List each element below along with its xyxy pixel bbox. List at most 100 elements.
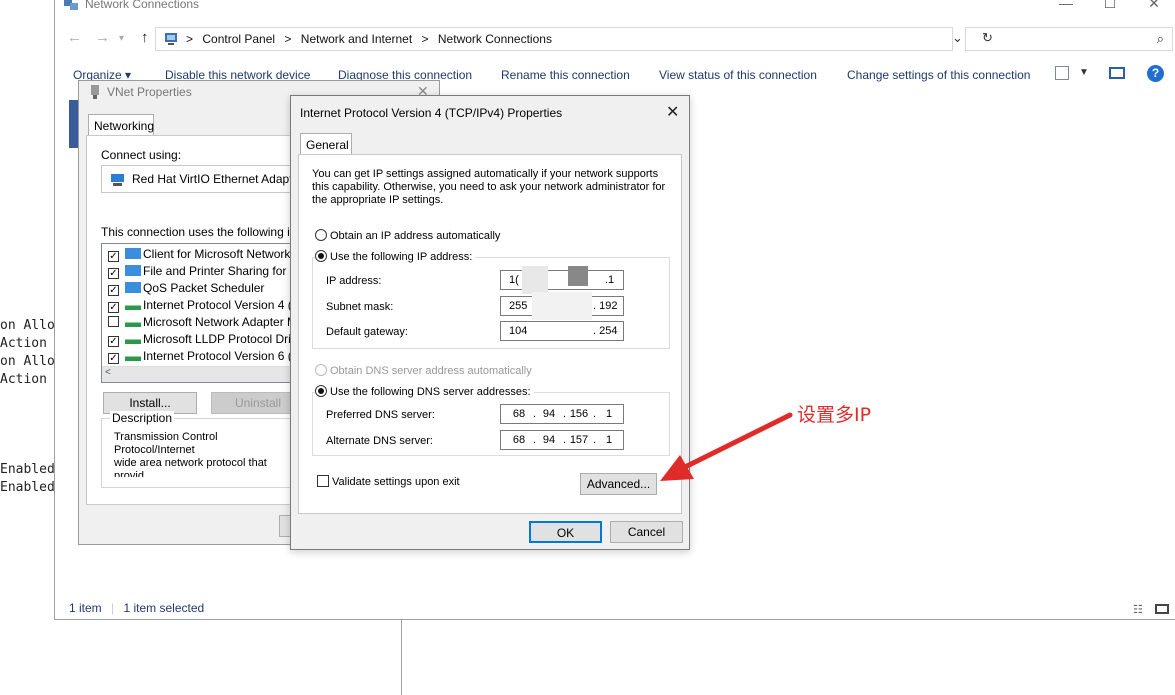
radio-label: Use the following IP address: <box>330 251 473 263</box>
help-icon[interactable]: ? <box>1147 65 1164 82</box>
item-checkbox[interactable]: ✓ <box>108 285 119 296</box>
ip-segment: 104 <box>509 325 528 337</box>
radio-button[interactable] <box>315 229 327 241</box>
item-checkbox[interactable]: ✓ <box>108 353 119 364</box>
alternate-dns-label: Alternate DNS server: <box>326 435 433 447</box>
breadcrumb-network-connections[interactable]: Network Connections <box>438 32 552 46</box>
item-checkbox[interactable]: ✓ <box>108 302 119 313</box>
list-item[interactable]: ✓ Client for Microsoft Networks <box>108 247 296 264</box>
view-options-icon[interactable] <box>1055 66 1069 80</box>
view-dropdown-icon[interactable]: ▼ <box>1079 67 1089 78</box>
ipv4-properties-dialog: Internet Protocol Version 4 (TCP/IPv4) P… <box>290 95 690 550</box>
validate-checkbox-row[interactable]: Validate settings upon exit <box>317 475 460 488</box>
breadcrumb-sep: > <box>284 32 292 46</box>
ip-segment: 94 <box>542 434 556 446</box>
radio-button[interactable] <box>315 250 327 262</box>
ip-segment: 1( <box>509 274 519 286</box>
ip-address-input[interactable]: 1( .1 <box>500 270 624 290</box>
details-view-icon[interactable]: ☷ <box>1133 603 1143 616</box>
list-item[interactable]: Microsoft Network Adapter Mult <box>108 315 301 332</box>
list-item[interactable]: ✓ Internet Protocol Version 6 (TCI <box>108 349 301 366</box>
ip-address-label: IP address: <box>326 275 382 287</box>
ip-segment: 1 <box>605 408 613 420</box>
back-arrow-icon[interactable]: ← <box>67 29 82 46</box>
rename-button[interactable]: Rename this connection <box>501 68 630 82</box>
forward-arrow-icon[interactable]: → <box>95 29 110 46</box>
ip-segment: 68 <box>512 408 526 420</box>
maximize-icon[interactable]: ☐ <box>1095 0 1125 12</box>
protocol-icon <box>125 333 141 344</box>
list-item[interactable]: ✓ Internet Protocol Version 4 (TCI <box>108 298 301 315</box>
list-item[interactable]: ✓ File and Printer Sharing for Micr <box>108 264 300 281</box>
ipv4-close-icon[interactable]: ✕ <box>666 102 679 122</box>
address-row: ← → ▾ ↑ > Control Panel > Network and In… <box>55 23 1175 53</box>
item-label: Internet Protocol Version 6 (TCI <box>143 349 301 363</box>
item-checkbox[interactable]: ✓ <box>108 251 119 262</box>
breadcrumb-sep: > <box>421 32 429 46</box>
search-icon: ⌕ <box>1156 31 1164 46</box>
network-connections-icon <box>64 0 78 10</box>
intro-text: You can get IP settings assigned automat… <box>312 168 666 206</box>
default-gateway-input[interactable]: 104 . 254 <box>500 321 624 341</box>
validate-checkbox[interactable] <box>317 475 329 487</box>
description-group: Description Transmission Control Protoco… <box>101 411 301 488</box>
obtain-ip-auto-radio[interactable]: Obtain an IP address automatically <box>315 229 500 242</box>
item-label: Microsoft Network Adapter Mult <box>143 315 301 329</box>
cancel-button[interactable]: Cancel <box>610 521 683 543</box>
minimize-icon[interactable]: — <box>1051 0 1081 11</box>
title-bar: Network Connections — ☐ ✕ <box>55 0 1175 21</box>
breadcrumb-control-panel[interactable]: Control Panel <box>202 32 275 46</box>
radio-button[interactable] <box>315 385 327 397</box>
advanced-button[interactable]: Advanced... <box>580 473 657 495</box>
adapter-icon <box>91 85 99 99</box>
description-label: Description <box>110 411 175 425</box>
use-following-ip-radio[interactable]: Use the following IP address: <box>315 250 476 263</box>
preview-pane-icon[interactable] <box>1109 67 1125 79</box>
description-text: Transmission Control Protocol/Internet w… <box>114 431 267 477</box>
item-checkbox[interactable]: ✓ <box>108 336 119 347</box>
address-dropdown-icon[interactable]: ⌄ <box>952 30 963 46</box>
item-label: QoS Packet Scheduler <box>143 281 265 295</box>
ip-segment: 94 <box>542 408 556 420</box>
change-settings-button[interactable]: Change settings of this connection <box>847 68 1030 82</box>
adapter-name: Red Hat VirtIO Ethernet Adapter <box>132 172 304 186</box>
address-bar[interactable]: > Control Panel > Network and Internet >… <box>155 27 993 51</box>
view-status-button[interactable]: View status of this connection <box>659 68 817 82</box>
protocol-icon <box>125 299 141 310</box>
scroll-left-icon[interactable]: < <box>105 367 111 378</box>
ipv4-dialog-title: Internet Protocol Version 4 (TCP/IPv4) P… <box>300 106 563 120</box>
qos-icon <box>125 282 141 293</box>
annotation-arrow-icon <box>660 412 793 481</box>
item-count: 1 item <box>69 601 102 615</box>
ethernet-adapter-icon <box>111 174 124 186</box>
breadcrumb-network-internet[interactable]: Network and Internet <box>301 32 412 46</box>
horizontal-scrollbar[interactable]: < <box>102 366 300 382</box>
up-arrow-icon[interactable]: ↑ <box>141 29 149 46</box>
preferred-dns-input[interactable]: 68. 94. 156. 1 <box>500 404 624 424</box>
validate-label: Validate settings upon exit <box>332 476 460 488</box>
close-icon[interactable]: ✕ <box>1139 0 1169 12</box>
subnet-mask-label: Subnet mask: <box>326 301 394 313</box>
file-sharing-icon <box>125 265 141 276</box>
item-label: Microsoft LLDP Protocol Driver <box>143 332 301 346</box>
large-icons-view-icon[interactable] <box>1155 604 1169 614</box>
tab-networking[interactable]: Networking <box>88 114 154 136</box>
obtain-dns-auto-radio[interactable]: Obtain DNS server address automatically <box>315 364 532 377</box>
list-item[interactable]: ✓ QoS Packet Scheduler <box>108 281 264 298</box>
breadcrumb-sep: > <box>186 32 194 46</box>
recent-chevron-icon[interactable]: ▾ <box>119 33 124 44</box>
list-item[interactable]: ✓ Microsoft LLDP Protocol Driver <box>108 332 301 349</box>
use-following-dns-radio[interactable]: Use the following DNS server addresses: <box>315 385 534 398</box>
item-label: Internet Protocol Version 4 (TCI <box>143 298 301 312</box>
alternate-dns-input[interactable]: 68. 94. 157. 1 <box>500 430 624 450</box>
item-checkbox[interactable]: ✓ <box>108 268 119 279</box>
tab-general[interactable]: General <box>300 133 352 155</box>
ip-segment: 255 <box>509 300 528 312</box>
ok-button[interactable]: OK <box>529 521 602 543</box>
redaction-blur <box>522 266 548 294</box>
ip-segment: 156 <box>569 408 589 420</box>
item-checkbox[interactable] <box>108 316 119 327</box>
search-input[interactable]: ⌕ <box>965 27 1173 51</box>
radio-button[interactable] <box>315 364 327 376</box>
radio-label: Obtain DNS server address automatically <box>330 365 532 377</box>
